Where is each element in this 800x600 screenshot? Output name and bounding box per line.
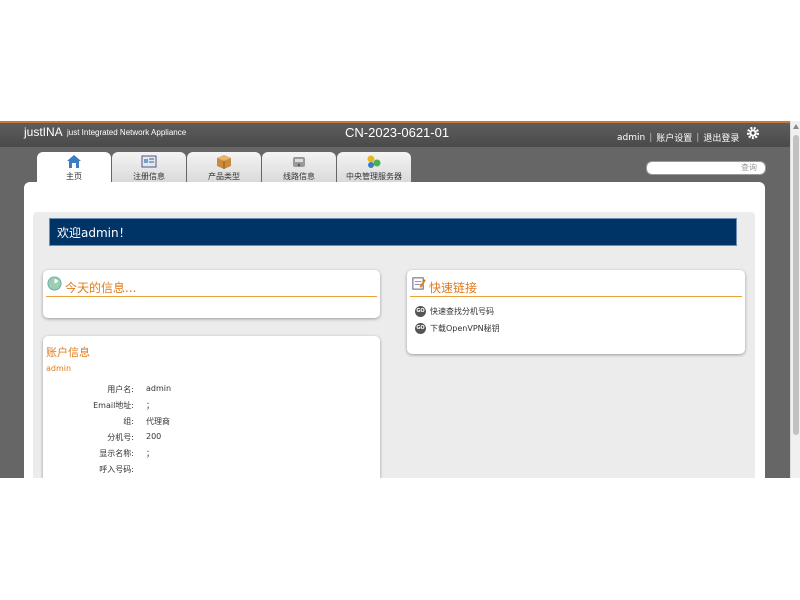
quick-link-openvpn-download[interactable]: GO 下载OpenVPN秘钥 xyxy=(415,323,500,334)
today-info-card: 今天的信息... xyxy=(43,270,380,318)
row-value: ； xyxy=(146,449,154,458)
tab-registration[interactable]: 注册信息 xyxy=(112,152,186,182)
account-info-card: 账户信息 admin 用户名: admin Email地址: ； 组: 代理商 … xyxy=(43,336,380,478)
row-value: ； xyxy=(146,401,154,410)
tab-product-type[interactable]: 产品类型 xyxy=(187,152,261,182)
divider xyxy=(46,296,377,297)
search-input[interactable]: 查询 xyxy=(646,161,766,175)
search-label: 查询 xyxy=(741,163,757,172)
quick-link-label: 下载OpenVPN秘钥 xyxy=(430,324,500,333)
row-label: 显示名称: xyxy=(99,449,134,458)
go-icon: GO xyxy=(415,323,426,334)
home-icon xyxy=(67,155,81,168)
tab-label: 主页 xyxy=(66,172,82,181)
account-settings-link[interactable]: 账户设置 xyxy=(656,131,692,144)
row-label: Email地址: xyxy=(93,401,134,410)
scroll-thumb[interactable] xyxy=(793,135,799,435)
server-icon xyxy=(367,155,381,168)
quick-links-title: 快速链接 xyxy=(429,281,478,295)
row-value: 200 xyxy=(146,432,162,441)
app-window: justINA just Integrated Network Applianc… xyxy=(0,121,800,478)
tab-line-info[interactable]: 线路信息 xyxy=(262,152,336,182)
scroll-up-arrow-icon[interactable] xyxy=(793,124,799,129)
notepad-icon xyxy=(412,277,426,290)
nav-separator: | xyxy=(649,132,653,143)
tab-label: 中央管理服务器 xyxy=(346,172,402,181)
quick-link-label: 快速查找分机号码 xyxy=(430,307,494,316)
device-id: CN-2023-0621-01 xyxy=(345,125,450,140)
main-content: 欢迎admin！ 今天的信息... 快速链接 GO 快速查找分机号码 GO 下载… xyxy=(24,182,765,478)
current-user[interactable]: admin xyxy=(617,133,645,143)
logout-link[interactable]: 退出登录 xyxy=(703,131,739,144)
go-icon: GO xyxy=(415,306,426,317)
quick-link-extension-lookup[interactable]: GO 快速查找分机号码 xyxy=(415,306,494,317)
tab-central-server[interactable]: 中央管理服务器 xyxy=(337,152,411,182)
row-label: 分机号: xyxy=(107,433,134,442)
brand-logo: justINA xyxy=(24,125,63,139)
row-label: 组: xyxy=(123,417,134,426)
tab-label: 线路信息 xyxy=(283,172,315,181)
registration-icon xyxy=(141,155,157,168)
row-value: 代理商 xyxy=(146,417,170,426)
account-username: admin xyxy=(46,364,72,373)
row-label: 呼入号码: xyxy=(99,465,134,474)
clock-icon xyxy=(47,276,62,291)
row-label: 用户名: xyxy=(107,385,134,394)
tab-label: 注册信息 xyxy=(133,172,165,181)
main-tabs: 主页 注册信息 产品类型 线路信息 中央管理服务器 xyxy=(37,152,411,184)
box-icon xyxy=(217,155,231,169)
header-bar: justINA just Integrated Network Applianc… xyxy=(0,123,790,147)
phone-icon xyxy=(293,157,305,167)
user-nav: admin | 账户设置 | 退出登录 xyxy=(617,131,739,145)
tab-label: 产品类型 xyxy=(208,172,240,181)
vertical-scrollbar[interactable] xyxy=(790,121,800,478)
content-panel: 欢迎admin！ 今天的信息... 快速链接 GO 快速查找分机号码 GO 下载… xyxy=(33,212,755,478)
row-value: admin xyxy=(146,384,172,393)
brand-subtitle: just Integrated Network Appliance xyxy=(67,128,187,137)
nav-separator: | xyxy=(696,132,700,143)
account-info-title: 账户信息 xyxy=(46,346,90,359)
today-info-title: 今天的信息... xyxy=(65,281,137,295)
quick-links-card: 快速链接 GO 快速查找分机号码 GO 下载OpenVPN秘钥 xyxy=(407,270,745,354)
divider xyxy=(410,296,742,297)
gear-icon[interactable] xyxy=(746,126,760,140)
welcome-banner: 欢迎admin！ xyxy=(49,218,737,246)
tab-home[interactable]: 主页 xyxy=(37,152,111,184)
